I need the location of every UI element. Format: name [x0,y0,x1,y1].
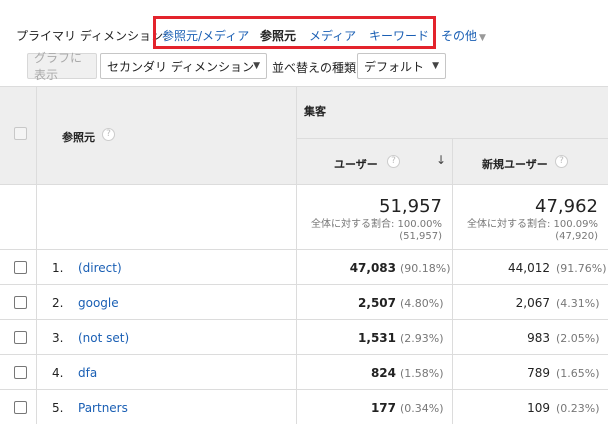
new-users-percent: (4.31%) [556,297,600,310]
users-value: 177 [370,401,396,415]
users-value: 1,531 [358,331,396,345]
sort-descending-icon[interactable]: ↓ [436,153,446,167]
dimension-link-source[interactable]: 参照元 [260,27,296,44]
new-users-value: 789 [527,366,550,380]
divider [0,389,608,390]
help-icon[interactable]: ? [102,128,115,141]
new-users-percent: (1.65%) [556,367,600,380]
users-value: 2,507 [358,296,396,310]
secondary-dimension-label: セカンダリ ディメンション [107,59,254,74]
show-graph-button[interactable]: グラフに表示 [27,51,97,82]
chevron-down-icon: ▼ [253,61,260,71]
dimension-other-dropdown[interactable]: その他 ▼ [441,27,486,44]
new-users-value: 2,067 [515,296,550,310]
new-users-value: 44,012 [508,261,550,275]
column-header-new-users[interactable]: 新規ユーザー [482,156,548,172]
divider [0,86,608,87]
new-users-value: 983 [527,331,550,345]
users-total-sub: (51,957) [399,231,442,242]
new-users-percent: (2.05%) [556,332,600,345]
primary-dimension-bar: プライマリ ディメンション: 参照元/メディア 参照元 メディア キーワード そ… [0,0,608,50]
new-users-percent: (91.76%) [556,262,607,275]
row-checkbox[interactable] [14,261,27,274]
column-header-source[interactable]: 参照元 [62,129,95,145]
row-checkbox[interactable] [14,366,27,379]
help-icon[interactable]: ? [555,155,568,168]
divider [0,249,608,250]
new-users-total-sub: (47,920) [555,231,598,242]
users-percent: (2.93%) [400,332,444,345]
users-total: 51,957 [379,196,442,217]
users-total-percent: 全体に対する割合: 100.00% [310,219,442,230]
row-number: 3. [52,331,64,345]
chevron-down-icon: ▼ [432,61,439,71]
divider [0,184,608,185]
divider [452,138,453,424]
help-icon[interactable]: ? [387,155,400,168]
sort-type-value: デフォルト [364,59,425,74]
users-percent: (1.58%) [400,367,444,380]
new-users-value: 109 [527,401,550,415]
row-checkbox[interactable] [14,296,27,309]
divider [0,284,608,285]
row-checkbox[interactable] [14,401,27,414]
column-header-users[interactable]: ユーザー [334,156,378,172]
row-checkbox[interactable] [14,331,27,344]
divider [0,319,608,320]
source-link[interactable]: (not set) [78,331,129,345]
source-link[interactable]: (direct) [78,261,122,275]
sort-type-dropdown[interactable]: デフォルト ▼ [357,53,446,79]
new-users-total-percent: 全体に対する割合: 100.09% [466,219,598,230]
dimension-link-medium[interactable]: メディア [309,27,356,44]
users-percent: (0.34%) [400,402,444,415]
divider [296,86,297,424]
source-link[interactable]: dfa [78,366,97,380]
users-percent: (4.80%) [400,297,444,310]
show-graph-label: グラフに表示 [34,51,83,82]
row-number: 1. [52,261,64,275]
source-link[interactable]: google [78,296,119,310]
dimension-link-keyword[interactable]: キーワード [369,27,429,44]
row-number: 4. [52,366,64,380]
row-number: 5. [52,401,64,415]
secondary-dimension-dropdown[interactable]: セカンダリ ディメンション ▼ [100,53,267,79]
dimension-link-source-medium[interactable]: 参照元/メディア [162,27,249,44]
divider [296,138,608,139]
primary-dimension-label: プライマリ ディメンション: [16,29,168,43]
users-value: 824 [370,366,396,380]
divider [36,86,37,424]
divider [0,354,608,355]
row-number: 2. [52,296,64,310]
sort-type-label: 並べ替えの種類: [272,61,361,75]
users-value: 47,083 [349,261,396,275]
data-table: 参照元 ? 集客 ユーザー ? ↓ 新規ユーザー ? 51,957 全体に対する… [0,86,608,424]
chevron-down-icon: ▼ [479,33,486,43]
group-header-acquisition: 集客 [304,105,326,118]
new-users-total: 47,962 [535,196,598,217]
source-link[interactable]: Partners [78,401,128,415]
select-all-checkbox[interactable] [14,127,27,140]
users-percent: (90.18%) [400,262,451,275]
dimension-other-label: その他 [441,29,478,43]
new-users-percent: (0.23%) [556,402,600,415]
